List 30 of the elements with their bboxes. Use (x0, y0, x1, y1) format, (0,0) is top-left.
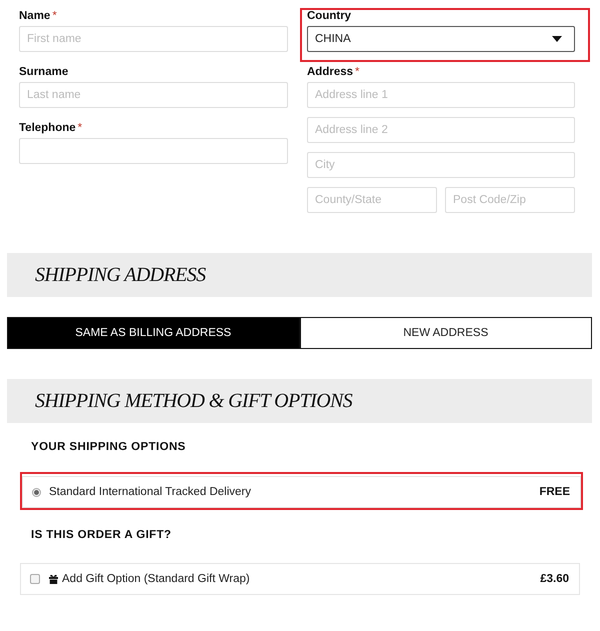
option-price: FREE (539, 486, 570, 498)
field-label: Surname (19, 66, 68, 78)
option-label: Add Gift Option (Standard Gift Wrap) (62, 573, 250, 585)
checkbox[interactable] (30, 574, 40, 584)
input-field[interactable]: Address line 2 (307, 117, 575, 143)
caret-icon (552, 36, 562, 42)
subsection-heading: YOUR SHIPPING OPTIONS (31, 440, 186, 454)
gift-option[interactable]: Add Gift Option (Standard Gift Wrap) £3.60 (20, 563, 580, 595)
input-field[interactable]: Post Code/Zip (445, 187, 575, 213)
section-title: SHIPPING METHOD & GIFT OPTIONS (35, 390, 352, 412)
input-field[interactable]: First name (19, 26, 288, 52)
field-label: Address * (307, 66, 360, 78)
field-label: Name * (19, 10, 57, 22)
section-title: SHIPPING ADDRESS (35, 264, 206, 286)
address-tab[interactable]: NEW ADDRESS (300, 317, 592, 349)
input-field[interactable]: Last name (19, 82, 288, 108)
field-label: Telephone * (19, 122, 82, 134)
address-tab[interactable]: SAME AS BILLING ADDRESS (7, 317, 300, 349)
field-label: Country (307, 10, 352, 22)
subsection-heading: IS THIS ORDER A GIFT? (31, 528, 172, 542)
gift-icon (48, 574, 59, 584)
input-field[interactable]: Address line 1 (307, 82, 575, 108)
input-field[interactable] (19, 138, 288, 164)
option-label: Standard International Tracked Delivery (49, 486, 251, 498)
input-field[interactable]: County/State (307, 187, 437, 213)
radio-button[interactable] (32, 488, 41, 496)
option-price: £3.60 (540, 573, 569, 585)
shipping-option[interactable]: Standard International Tracked Delivery FREE (22, 476, 581, 508)
input-field[interactable]: City (307, 152, 575, 178)
country-dropdown[interactable]: CHINA (307, 26, 575, 52)
